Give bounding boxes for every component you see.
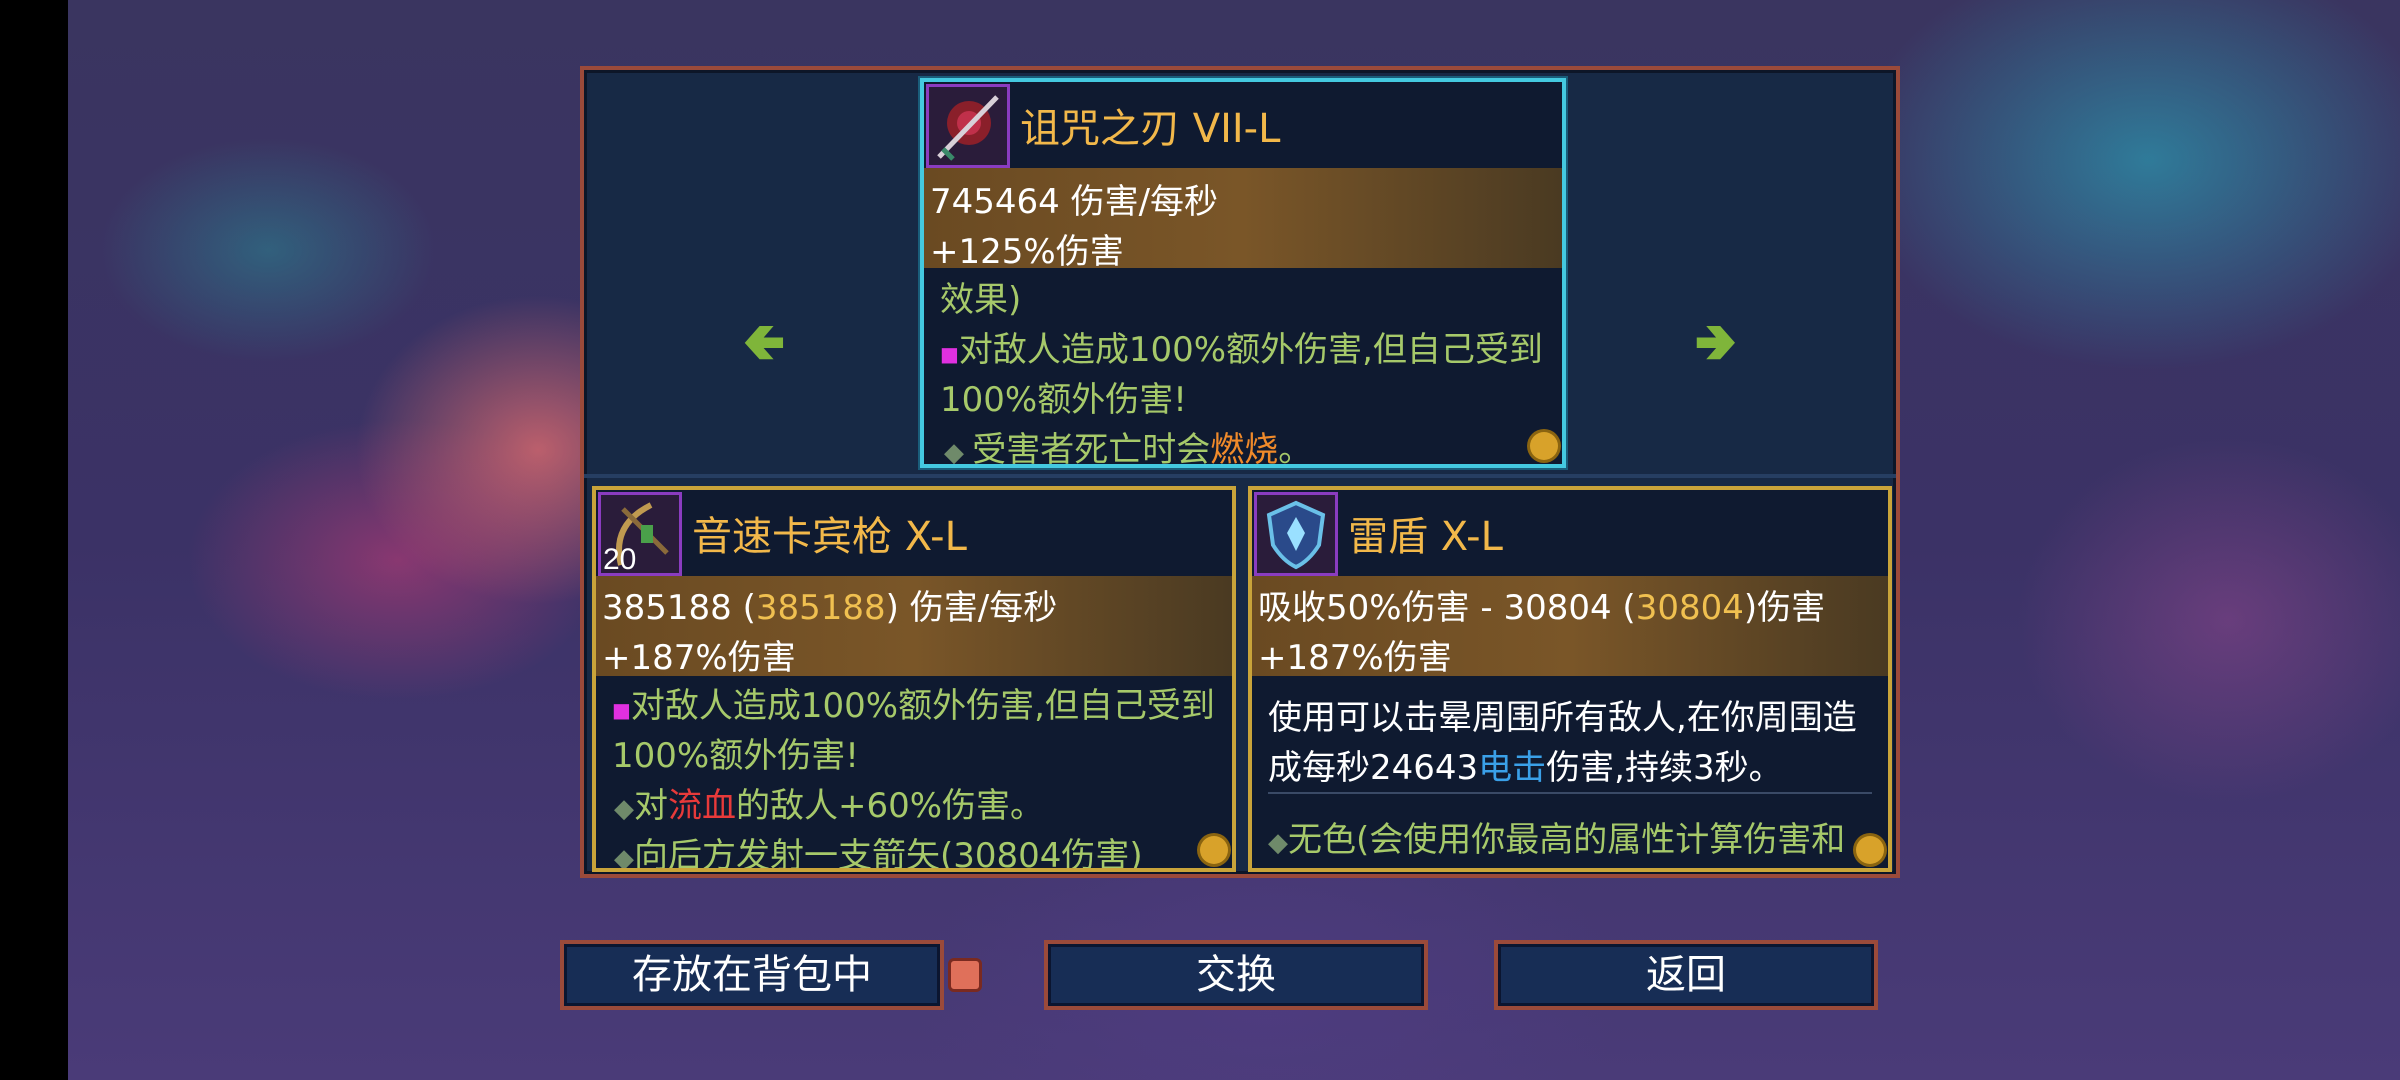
previous-arrow-icon[interactable]: 🢀 [742,315,786,369]
item-compare-panel: 🢀 🢂 诅咒之刃 VII-L 745464 伤害/每秒 +125%伤害 效果) … [580,66,1900,878]
section-separator [1268,792,1872,794]
store-in-backpack-button[interactable]: 存放在背包中 [560,940,944,1010]
right-stun-line-2: 成每秒24643电击伤害,持续3秒。 [1268,748,1783,788]
featured-burn-line: ◆ 受害者死亡时会燃烧。 [944,430,1313,468]
featured-dps: 745464 伤害/每秒 [930,182,1219,222]
right-absorb: 吸收50%伤害 - 30804 (30804)伤害 [1258,588,1826,628]
featured-effect-header: 效果) [940,280,1022,320]
featured-item-name: 诅咒之刃 [1020,106,1180,152]
left-bleed-line: ◆对流血的敌人+60%伤害。 [614,786,1045,826]
cursed-blade-icon [926,84,1010,168]
left-item-tier: X-L [904,514,967,560]
left-curse-line-2: 100%额外伤害! [612,736,859,776]
corner-gem-icon [1200,836,1228,864]
sonic-carbine-icon: 20 [598,492,682,576]
right-item-title: 雷盾 X-L [1348,504,1503,562]
panel-divider [584,474,1896,478]
item-level: 20 [603,543,637,576]
left-arrow-line: ◆向后方发射一支箭矢(30804伤害) [614,836,1143,872]
corner-gem-icon [1856,836,1884,864]
right-stun-line-1: 使用可以击晕周围所有敌人,在你周围造 [1268,698,1857,738]
featured-item-title: 诅咒之刃 VII-L [1020,96,1280,154]
pink-marker-icon: ■ [940,342,959,366]
swap-button[interactable]: 交换 [1044,940,1428,1010]
diamond-bullet-icon: ◆ [614,844,634,872]
featured-curse-line-1: ■对敌人造成100%额外伤害,但自己受到 [940,330,1543,370]
featured-bonus: +125%伤害 [930,232,1124,272]
diamond-bullet-icon: ◆ [944,438,973,468]
featured-item-tier: VII-L [1192,106,1281,152]
featured-item-card[interactable]: 诅咒之刃 VII-L 745464 伤害/每秒 +125%伤害 效果) ■对敌人… [920,78,1566,468]
next-arrow-icon[interactable]: 🢂 [1694,315,1738,369]
left-item-card[interactable]: 20 音速卡宾枪 X-L 385188 (385188) 伤害/每秒 +187%… [592,486,1236,872]
thunder-shield-icon [1254,492,1338,576]
featured-curse-line-2: 100%额外伤害! [940,380,1187,420]
right-item-card[interactable]: 雷盾 X-L 吸收50%伤害 - 30804 (30804)伤害 +187%伤害… [1248,486,1892,872]
left-item-name: 音速卡宾枪 [692,514,892,560]
corner-gem-icon [1530,432,1558,460]
right-bonus: +187%伤害 [1258,638,1452,678]
back-button[interactable]: 返回 [1494,940,1878,1010]
left-bonus: +187%伤害 [602,638,796,678]
pink-marker-icon: ■ [612,698,631,722]
backpack-icon [948,958,982,992]
left-item-title: 音速卡宾枪 X-L [692,504,967,562]
right-item-name: 雷盾 [1348,514,1428,560]
left-curse-line-1: ■对敌人造成100%额外伤害,但自己受到 [612,686,1215,726]
left-dps: 385188 (385188) 伤害/每秒 [602,588,1058,628]
right-item-tier: X-L [1440,514,1503,560]
diamond-bullet-icon: ◆ [1268,828,1288,858]
right-colorless-line: ◆无色(会使用你最高的属性计算伤害和 [1268,820,1846,860]
diamond-bullet-icon: ◆ [614,794,634,824]
